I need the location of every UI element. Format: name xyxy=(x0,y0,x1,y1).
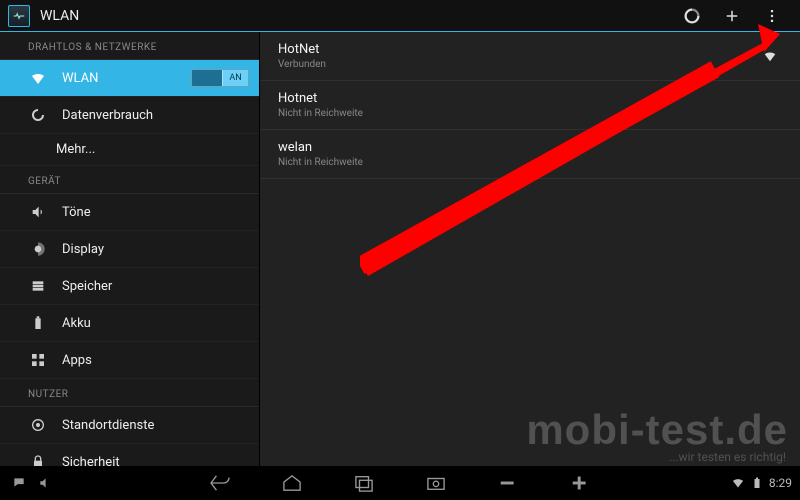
sidebar-item-label: Mehr... xyxy=(56,142,95,157)
wifi-network-list[interactable]: HotNet Verbunden Hotnet Nicht in Reichweite… xyxy=(260,32,800,466)
app-icon xyxy=(8,5,30,27)
wifi-network-item[interactable]: Hotnet Nicht in Reichweite xyxy=(260,81,800,130)
wifi-network-item[interactable]: HotNet Verbunden xyxy=(260,32,800,81)
sidebar-item-label: Töne xyxy=(62,205,91,220)
sidebar-section-header: DRAHTLOS & NETZWERKE xyxy=(0,32,259,60)
nav-home-button[interactable] xyxy=(278,473,306,493)
add-network-button[interactable] xyxy=(712,0,752,32)
sidebar-section-header: GERÄT xyxy=(0,166,259,194)
nav-volume-icon[interactable] xyxy=(34,472,56,494)
sidebar-item-label: Akku xyxy=(62,316,91,331)
status-battery-icon xyxy=(751,477,763,489)
sound-icon xyxy=(28,202,48,222)
sidebar-item-label: Display xyxy=(62,242,104,257)
sidebar-item-sound[interactable]: Töne xyxy=(0,194,259,231)
location-icon xyxy=(28,415,48,435)
nav-voldown-button[interactable] xyxy=(494,473,522,493)
sidebar-item-storage[interactable]: Speicher xyxy=(0,268,259,305)
sidebar-item-label: Apps xyxy=(62,353,92,368)
wifi-network-status: Nicht in Reichweite xyxy=(278,108,758,119)
sidebar-item-location[interactable]: Standortdienste xyxy=(0,407,259,444)
settings-sidebar[interactable]: DRAHTLOS & NETZWERKE WLAN AN Datenverbrauch… xyxy=(0,32,260,466)
status-clock: 8:29 xyxy=(769,476,792,490)
wps-button[interactable] xyxy=(672,0,712,32)
wifi-network-name: Hotnet xyxy=(278,91,758,106)
display-icon xyxy=(28,239,48,259)
action-bar: WLAN xyxy=(0,0,800,32)
storage-icon xyxy=(28,276,48,296)
overflow-menu-button[interactable] xyxy=(752,0,792,32)
nav-back-button[interactable] xyxy=(206,473,234,493)
apps-icon xyxy=(28,350,48,370)
wifi-network-item[interactable]: welan Nicht in Reichweite xyxy=(260,130,800,179)
sidebar-item-battery[interactable]: Akku xyxy=(0,305,259,342)
sidebar-item-more[interactable]: Mehr... xyxy=(0,134,259,166)
security-icon xyxy=(28,452,48,466)
nav-speech-icon[interactable] xyxy=(8,472,30,494)
toggle-label: AN xyxy=(222,70,248,86)
system-nav-bar: 8:29 xyxy=(0,466,800,500)
sidebar-item-data[interactable]: Datenverbrauch xyxy=(0,97,259,134)
battery-icon xyxy=(28,313,48,333)
sidebar-section-header: NUTZER xyxy=(0,379,259,407)
data-usage-icon xyxy=(28,105,48,125)
wifi-network-status: Verbunden xyxy=(278,59,758,70)
sidebar-item-wlan[interactable]: WLAN AN xyxy=(0,60,259,97)
sidebar-item-label: Sicherheit xyxy=(62,455,120,467)
wifi-network-status: Nicht in Reichweite xyxy=(278,157,758,168)
nav-screenshot-button[interactable] xyxy=(422,473,450,493)
wifi-icon xyxy=(28,68,48,88)
nav-volup-button[interactable] xyxy=(566,473,594,493)
sidebar-item-label: Speicher xyxy=(62,279,112,294)
wifi-network-name: HotNet xyxy=(278,42,758,57)
sidebar-item-label: WLAN xyxy=(62,71,98,86)
page-title: WLAN xyxy=(40,8,672,24)
wlan-toggle[interactable]: AN xyxy=(191,69,249,87)
sidebar-item-display[interactable]: Display xyxy=(0,231,259,268)
wifi-network-name: welan xyxy=(278,140,758,155)
sidebar-item-security[interactable]: Sicherheit xyxy=(0,444,259,466)
sidebar-item-apps[interactable]: Apps xyxy=(0,342,259,379)
nav-recent-button[interactable] xyxy=(350,473,378,493)
wifi-signal-icon xyxy=(758,49,782,63)
status-wifi-icon xyxy=(731,477,745,489)
sidebar-item-label: Standortdienste xyxy=(62,418,154,433)
sidebar-item-label: Datenverbrauch xyxy=(62,108,153,123)
